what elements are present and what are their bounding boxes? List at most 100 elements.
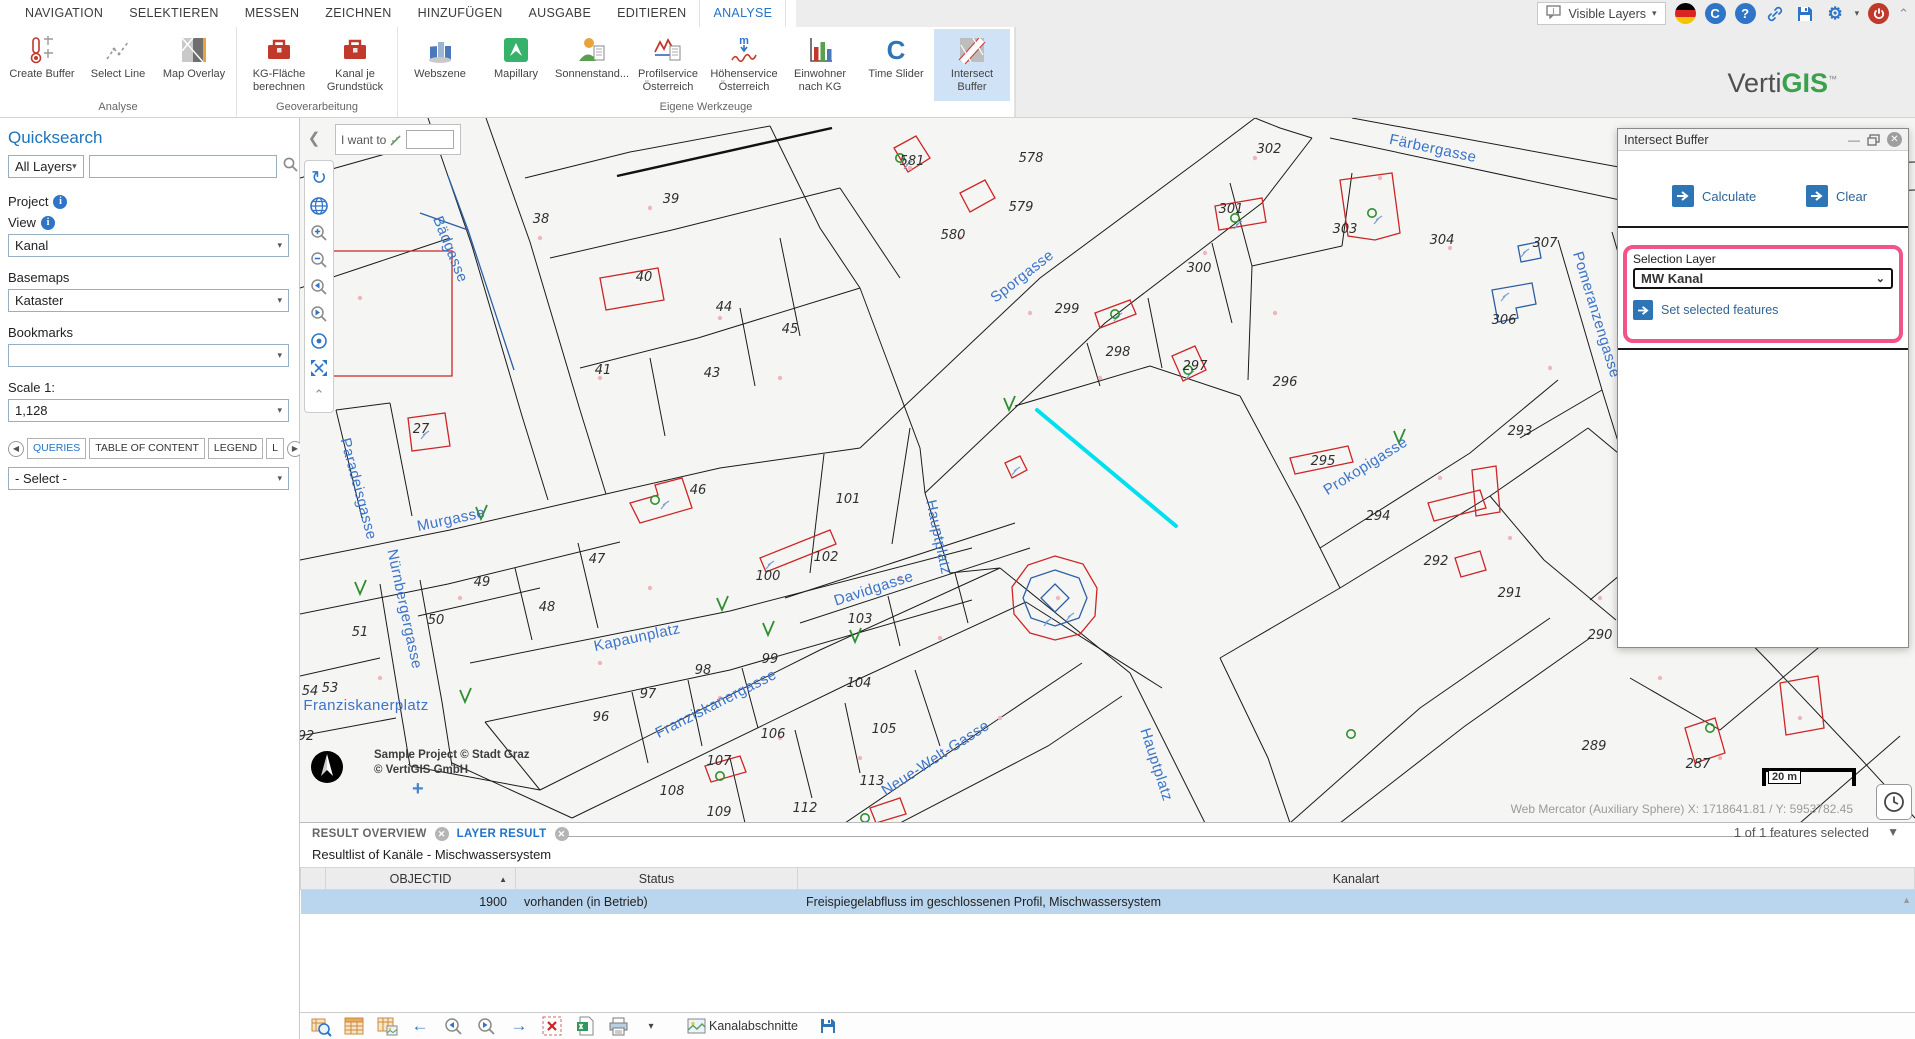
column-header-kanalart[interactable]: Kanalart (798, 868, 1915, 890)
tool-h-henservice-sterreich[interactable]: mHöhenservice Österreich (706, 29, 782, 101)
menu-tab-ausgabe[interactable]: AUSGABE (516, 0, 605, 27)
previous-result-icon[interactable]: ← (409, 1015, 431, 1037)
selection-layer-select[interactable]: MW Kanal ⌄ (1633, 268, 1893, 289)
tool-time-slider[interactable]: CTime Slider (858, 29, 934, 101)
set-selected-features-button[interactable]: Set selected features (1633, 300, 1893, 320)
menu-tab-hinzufügen[interactable]: HINZUFÜGEN (405, 0, 516, 27)
parcel-number: 98 (695, 663, 712, 678)
clear-button[interactable]: Clear (1806, 185, 1867, 207)
scale-select[interactable]: 1,128▾ (8, 399, 289, 422)
menu-tab-zeichnen[interactable]: ZEICHNEN (312, 0, 404, 27)
close-tab-icon[interactable]: ✕ (555, 827, 569, 841)
calculate-button[interactable]: Calculate (1672, 185, 1756, 207)
bookmarks-select[interactable]: ▾ (8, 344, 289, 367)
tool-map-overlay[interactable]: Map Overlay (156, 29, 232, 101)
collapse-results-icon[interactable]: ▼ (1887, 825, 1899, 839)
collapse-ribbon-icon[interactable]: ⌃ (1898, 6, 1909, 22)
project-info-icon[interactable]: i (53, 195, 67, 209)
tool-intersect-buffer[interactable]: Intersect Buffer (934, 29, 1010, 101)
menu-tab-navigation[interactable]: NAVIGATION (12, 0, 116, 27)
menu-tab-editieren[interactable]: EDITIEREN (604, 0, 699, 27)
help-icon[interactable]: ? (1735, 3, 1756, 24)
compass-north-icon[interactable] (310, 750, 344, 789)
tool-mapillary[interactable]: Mapillary (478, 29, 554, 101)
profilservice-icon (653, 32, 683, 68)
zoom-previous-result-icon[interactable] (442, 1015, 464, 1037)
locate-icon[interactable] (306, 327, 332, 354)
save-results-icon[interactable] (817, 1015, 839, 1037)
search-layer-filter-select[interactable]: All Layers▾ (8, 155, 84, 178)
zoom-next-icon[interactable] (306, 300, 332, 327)
menu-tab-selektieren[interactable]: SELEKTIEREN (116, 0, 231, 27)
copyright-icon[interactable]: C (1705, 3, 1726, 24)
i-want-to-tool-icon (390, 134, 402, 146)
tool-kanal-je-grundst-ck[interactable]: Kanal je Grundstück (317, 29, 393, 101)
parcel-number: 100 (756, 569, 781, 584)
link-icon[interactable] (1765, 3, 1786, 24)
search-input[interactable] (89, 155, 277, 178)
basemaps-select[interactable]: Kataster▾ (8, 289, 289, 312)
parcel-number: 38 (533, 212, 550, 227)
popout-icon[interactable] (1867, 134, 1880, 146)
result-tabs: RESULT OVERVIEW ✕ LAYER RESULT ✕ (312, 827, 569, 841)
view-select[interactable]: Kanal▾ (8, 234, 289, 257)
print-icon[interactable] (607, 1015, 629, 1037)
time-slider-clock-icon[interactable] (1876, 784, 1912, 820)
minimize-icon[interactable]: — (1848, 133, 1860, 147)
query-select[interactable]: - Select -▾ (8, 467, 289, 490)
column-header-status[interactable]: Status (516, 868, 798, 890)
result-tab-result-overview[interactable]: RESULT OVERVIEW (312, 828, 427, 840)
result-tab-layer-result[interactable]: LAYER RESULT (457, 828, 547, 840)
power-logout-icon[interactable] (1868, 3, 1889, 24)
toolbar-collapse-icon[interactable]: ⌃ (306, 381, 332, 408)
table-report-icon[interactable] (376, 1015, 398, 1037)
sidebar-tab-legend[interactable]: LEGEND (208, 438, 263, 459)
table-view-icon[interactable] (343, 1015, 365, 1037)
print-options-chevron-icon[interactable]: ▾ (640, 1015, 662, 1037)
refresh-icon[interactable]: ↻ (306, 165, 332, 192)
sidebar-tab-table-of-content[interactable]: TABLE OF CONTENT (89, 438, 205, 459)
tool-webszene[interactable]: Webszene (402, 29, 478, 101)
tool-create-buffer[interactable]: Create Buffer (4, 29, 80, 101)
visible-layers-button[interactable]: i Visible Layers ▾ (1537, 2, 1665, 25)
sidebar-tab-l[interactable]: L (266, 438, 284, 459)
clear-selection-icon[interactable] (541, 1015, 563, 1037)
zoom-previous-icon[interactable] (306, 273, 332, 300)
table-scroll-up-icon[interactable]: ▲ (1902, 895, 1911, 905)
row-selector[interactable] (301, 890, 326, 914)
close-icon[interactable]: ✕ (1887, 132, 1902, 147)
settings-chevron-icon[interactable]: ▾ (1855, 8, 1860, 19)
globe-home-icon[interactable] (306, 192, 332, 219)
view-info-icon[interactable]: i (41, 216, 55, 230)
tabs-scroll-left-icon[interactable]: ◀ (8, 441, 24, 457)
street-label: Färbergasse (1388, 131, 1478, 166)
export-excel-icon[interactable] (574, 1015, 596, 1037)
zoom-out-icon[interactable] (306, 246, 332, 273)
search-icon[interactable] (282, 156, 299, 178)
kanalabschnitte-button[interactable]: Kanalabschnitte (687, 1018, 798, 1034)
save-icon[interactable] (1795, 3, 1816, 24)
i-want-to-menu[interactable]: I want to (335, 124, 461, 155)
zoom-next-result-icon[interactable] (475, 1015, 497, 1037)
i-want-to-input[interactable] (406, 130, 454, 149)
tool-select-line[interactable]: Select Line (80, 29, 156, 101)
language-flag-icon[interactable] (1675, 3, 1696, 24)
next-result-icon[interactable]: → (508, 1015, 530, 1037)
settings-gear-icon[interactable]: ⚙ (1825, 3, 1846, 24)
sidebar-tab-queries[interactable]: QUERIES (27, 438, 86, 459)
close-tab-icon[interactable]: ✕ (435, 827, 449, 841)
table-row[interactable]: 1900vorhanden (in Betrieb)Freispiegelabf… (301, 890, 1915, 914)
panel-titlebar[interactable]: Intersect Buffer — ✕ (1618, 129, 1908, 151)
collapse-sidebar-icon[interactable]: ❮ (304, 126, 324, 150)
zoom-to-results-icon[interactable] (310, 1015, 332, 1037)
menu-tab-messen[interactable]: MESSEN (232, 0, 313, 27)
zoom-in-icon[interactable] (306, 219, 332, 246)
tool-kg-fl-che-berechnen[interactable]: KG-Fläche berechnen (241, 29, 317, 101)
column-header-objectid[interactable]: OBJECTID▲ (326, 868, 516, 890)
full-extent-icon[interactable] (306, 354, 332, 381)
tool-profilservice-sterreich[interactable]: Profilservice Österreich (630, 29, 706, 101)
sidebar: Quicksearch All Layers▾ Projecti Viewi K… (0, 118, 300, 1039)
tool-sonnenstand-[interactable]: Sonnenstand... (554, 29, 630, 101)
tool-einwohner-nach-kg[interactable]: Einwohner nach KG (782, 29, 858, 101)
menu-tab-analyse[interactable]: ANALYSE (699, 0, 786, 27)
